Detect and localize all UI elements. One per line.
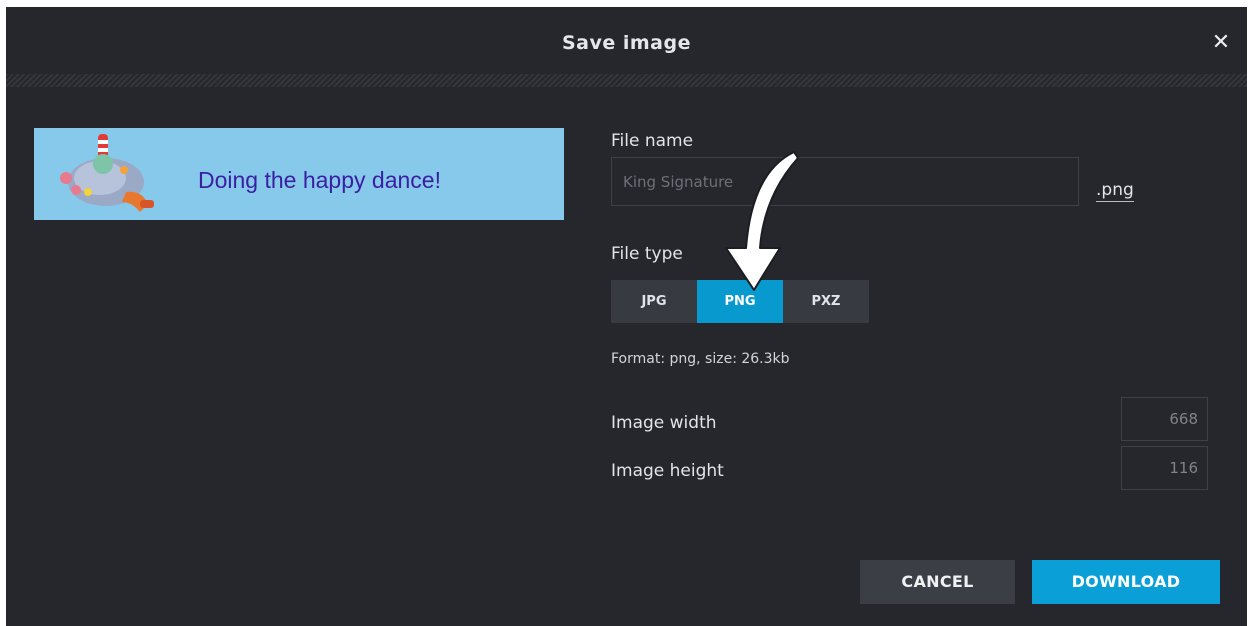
dialog-title: Save image [561, 32, 691, 54]
file-name-label: File name [611, 131, 694, 151]
image-width-label: Image width [611, 413, 717, 433]
image-preview: Doing the happy dance! [34, 128, 564, 220]
file-type-jpg-button[interactable]: JPG [611, 280, 697, 323]
titlebar-divider [6, 74, 1247, 87]
dialog-titlebar: Save image ✕ [6, 7, 1247, 77]
file-name-input[interactable] [611, 157, 1079, 206]
preview-text: Doing the happy dance! [198, 167, 441, 193]
image-height-label: Image height [611, 461, 724, 481]
image-width-input[interactable] [1121, 397, 1208, 441]
file-type-label: File type [611, 244, 683, 264]
image-height-input[interactable] [1121, 446, 1208, 490]
file-extension: .png [1096, 180, 1134, 202]
download-button[interactable]: DOWNLOAD [1032, 560, 1220, 604]
format-info: Format: png, size: 26.3kb [611, 351, 790, 367]
cartoon-character-image [60, 134, 154, 212]
annotation-arrow-icon [725, 151, 799, 291]
cancel-button[interactable]: CANCEL [860, 560, 1015, 604]
close-icon[interactable]: ✕ [1205, 27, 1237, 59]
